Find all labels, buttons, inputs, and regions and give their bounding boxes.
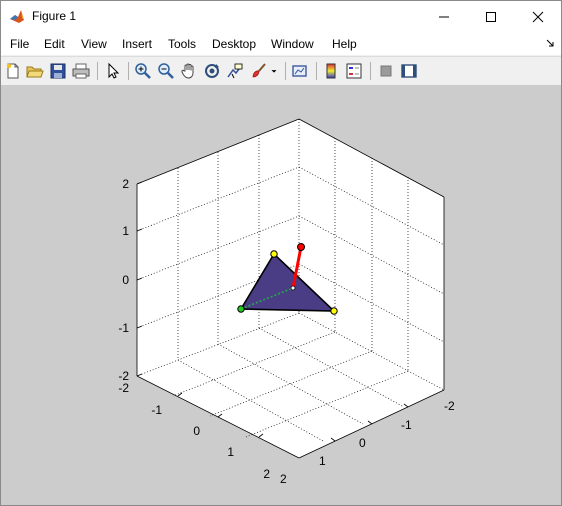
menu-help[interactable]: Help [332, 37, 357, 51]
insert-colorbar-button[interactable] [321, 61, 341, 81]
minimize-button[interactable] [421, 1, 467, 33]
link-plot-icon [292, 65, 307, 77]
data-cursor-button[interactable] [225, 61, 245, 81]
y-tick-label: 0 [359, 436, 366, 450]
link-plot-button[interactable] [290, 61, 310, 81]
y-tick-label: 2 [280, 472, 287, 486]
toolbar-separator [285, 62, 286, 80]
show-plot-tools-icon [401, 64, 417, 78]
brush-icon [252, 63, 266, 78]
menu-file[interactable]: File [10, 37, 29, 51]
menu-bar: File Edit View Insert Tools Desktop Wind… [1, 33, 561, 55]
print-icon [72, 63, 90, 79]
menu-desktop[interactable]: Desktop [212, 37, 256, 51]
new-figure-icon [6, 63, 19, 79]
x-tick-label: 0 [193, 424, 200, 438]
maximize-icon [486, 12, 496, 22]
vertex-marker-top [270, 250, 278, 258]
y-tick-label: 1 [319, 454, 326, 468]
menu-tools[interactable]: Tools [168, 37, 196, 51]
hide-plot-tools-icon [380, 65, 392, 77]
axes-3d[interactable]: 2 1 0 -1 -2 -2 -1 0 1 2 -2 -1 0 1 2 [1, 85, 561, 505]
menu-insert[interactable]: Insert [122, 37, 152, 51]
zoom-in-button[interactable] [133, 61, 153, 81]
zoom-out-button[interactable] [156, 61, 176, 81]
y-tick-label: -1 [401, 418, 412, 432]
x-tick-label: -1 [151, 403, 162, 417]
pan-button[interactable] [179, 61, 199, 81]
open-file-button[interactable] [25, 61, 45, 81]
show-plot-tools-button[interactable] [399, 61, 419, 81]
toolbar-separator [128, 62, 129, 80]
insert-colorbar-icon [326, 63, 336, 79]
pan-hand-icon [181, 63, 194, 79]
rotate-3d-button[interactable] [202, 61, 222, 81]
window-title: Figure 1 [32, 9, 77, 23]
base-point-marker [290, 285, 296, 291]
x-tick-label: -2 [118, 381, 129, 395]
brush-button[interactable] [249, 61, 269, 81]
toolbar-separator [316, 62, 317, 80]
data-cursor-icon [227, 63, 243, 79]
minimize-icon [439, 16, 449, 18]
maximize-button[interactable] [468, 1, 514, 33]
z-tick-label: 0 [122, 273, 129, 287]
menu-window[interactable]: Window [271, 37, 314, 51]
insert-legend-icon [346, 63, 362, 79]
brush-dropdown-button[interactable] [268, 61, 280, 81]
red-endpoint-marker [297, 243, 305, 251]
toolbar-separator [97, 62, 98, 80]
title-bar: Figure 1 [1, 1, 561, 33]
save-icon [50, 63, 66, 79]
edit-plot-arrow-icon [108, 62, 120, 79]
z-tick-label: 2 [122, 177, 129, 191]
edit-plot-button[interactable] [103, 61, 123, 81]
x-tick-label: 2 [263, 467, 270, 481]
brush-dropdown-icon [271, 70, 277, 73]
figure-toolbar [1, 56, 561, 86]
zoom-out-icon [158, 63, 174, 79]
print-button[interactable] [71, 61, 91, 81]
matlab-logo-icon [9, 8, 25, 24]
open-file-icon [26, 66, 44, 78]
x-tick-label: 1 [227, 445, 234, 459]
toolbar-separator [370, 62, 371, 80]
new-figure-button[interactable] [3, 61, 23, 81]
menu-edit[interactable]: Edit [44, 37, 65, 51]
close-icon [532, 11, 544, 23]
close-button[interactable] [515, 1, 561, 33]
insert-legend-button[interactable] [344, 61, 364, 81]
zoom-in-icon [135, 63, 151, 79]
menu-view[interactable]: View [81, 37, 107, 51]
dock-arrow-icon[interactable] [545, 38, 555, 48]
hide-plot-tools-button[interactable] [376, 61, 396, 81]
figure-canvas[interactable]: 2 1 0 -1 -2 -2 -1 0 1 2 -2 -1 0 1 2 [1, 85, 561, 505]
rotate-3d-icon [205, 64, 219, 78]
z-tick-label: 1 [122, 224, 129, 238]
figure-window: Figure 1 File Edit View Insert Tools Des… [0, 0, 562, 506]
y-tick-label: -2 [444, 399, 455, 413]
z-tick-label: -1 [118, 321, 129, 335]
save-button[interactable] [48, 61, 68, 81]
vertex-marker-right [330, 307, 338, 315]
vertex-marker-left [237, 305, 245, 313]
